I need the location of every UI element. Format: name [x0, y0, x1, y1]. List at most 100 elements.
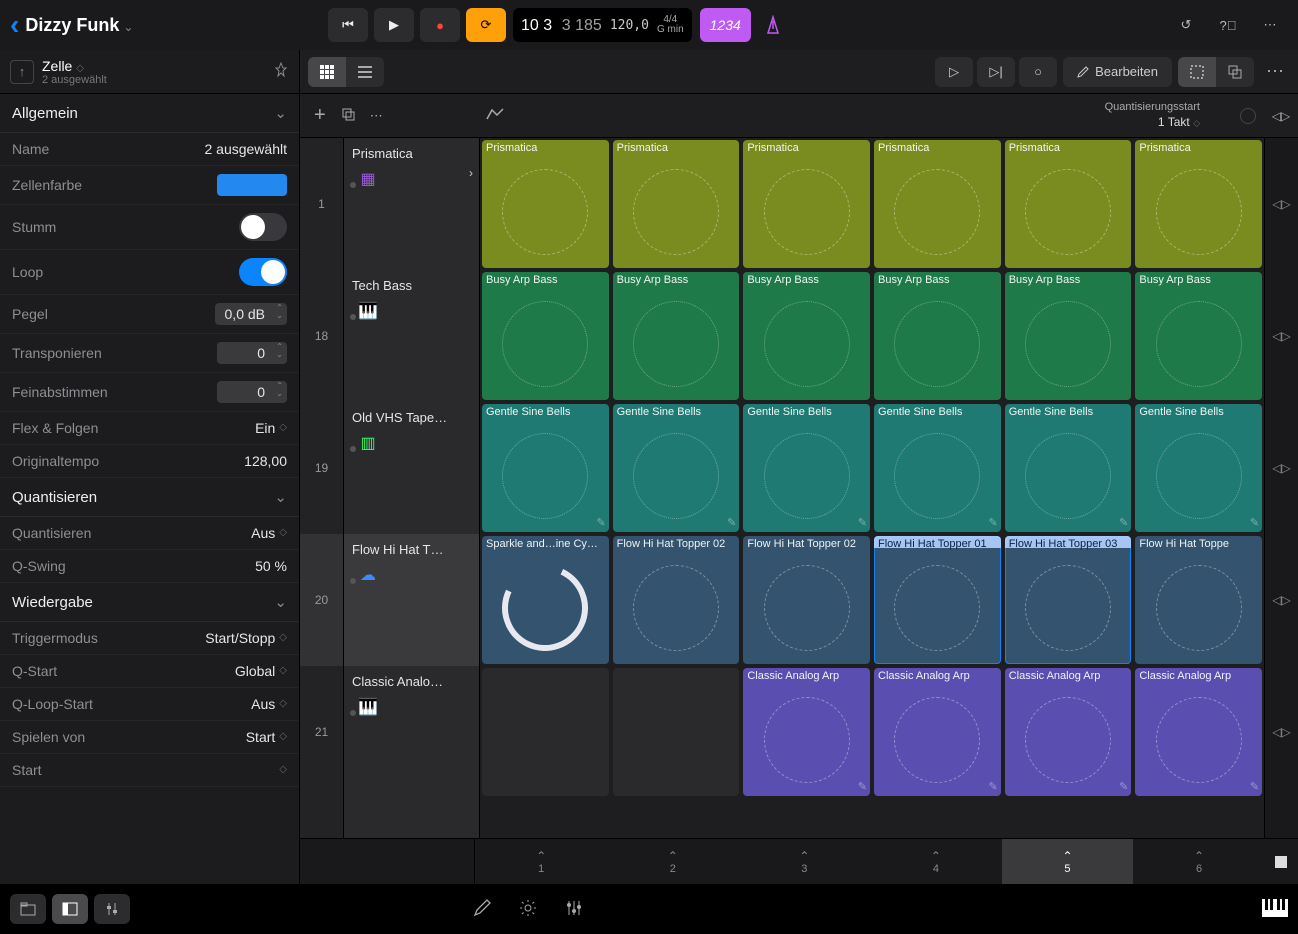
clip-cell[interactable]: Classic Analog Arp✎: [1135, 668, 1262, 796]
empty-cell[interactable]: [613, 668, 740, 796]
clip-cell[interactable]: Prismatica: [874, 140, 1001, 268]
clip-cell[interactable]: Busy Arp Bass: [743, 272, 870, 400]
row-trigger[interactable]: ◁▷: [1265, 534, 1298, 666]
seq-record-button[interactable]: ○: [1019, 57, 1057, 87]
quantize-value[interactable]: Aus ◇: [251, 525, 287, 541]
view-grid-button[interactable]: [308, 57, 346, 87]
clip-cell[interactable]: Gentle Sine Bells✎: [1005, 404, 1132, 532]
scene-button[interactable]: ⌃5: [1002, 839, 1134, 884]
scene-button[interactable]: ⌃4: [870, 839, 1002, 884]
clip-cell[interactable]: Classic Analog Arp✎: [1005, 668, 1132, 796]
clip-cell[interactable]: Prismatica: [482, 140, 609, 268]
row-trigger[interactable]: ◁▷: [1265, 138, 1298, 270]
flex-value[interactable]: Ein ◇: [255, 420, 287, 436]
origtempo-value[interactable]: 128,00: [244, 453, 287, 469]
qloopstart-value[interactable]: Aus ◇: [251, 696, 287, 712]
more-button[interactable]: ⋯: [1258, 13, 1282, 37]
clip-cell[interactable]: Flow Hi Hat Topper 02: [743, 536, 870, 664]
record-button[interactable]: ●: [420, 8, 460, 42]
clip-cell[interactable]: Busy Arp Bass: [874, 272, 1001, 400]
settings-gear-button[interactable]: [519, 899, 537, 920]
undo-button[interactable]: ↺: [1174, 13, 1198, 37]
automation-button[interactable]: [486, 107, 504, 124]
row-trigger[interactable]: ◁▷: [1265, 270, 1298, 402]
trigger-value[interactable]: Start/Stopp ◇: [205, 630, 287, 646]
keyboard-button[interactable]: [1262, 899, 1288, 920]
mute-toggle[interactable]: [239, 213, 287, 241]
inspector-up-button[interactable]: ↑: [10, 60, 34, 84]
qswing-value[interactable]: 50 %: [255, 558, 287, 574]
row-number[interactable]: 18: [300, 270, 343, 402]
help-button[interactable]: ?⃝: [1216, 13, 1240, 37]
scene-button[interactable]: ⌃2: [607, 839, 739, 884]
clip-cell-selected[interactable]: Flow Hi Hat Topper 03: [1005, 536, 1132, 664]
track-more-button[interactable]: ⋯: [370, 108, 383, 124]
empty-cell[interactable]: [482, 668, 609, 796]
project-title[interactable]: Dizzy Funk: [25, 15, 119, 36]
pin-button[interactable]: [273, 62, 289, 81]
seq-play-next-button[interactable]: ▷|: [977, 57, 1015, 87]
cycle-button[interactable]: ⟳: [466, 8, 506, 42]
library-button[interactable]: [10, 894, 46, 924]
seq-play-button[interactable]: ▷: [935, 57, 973, 87]
clip-cell[interactable]: Busy Arp Bass: [1135, 272, 1262, 400]
row-trigger-header[interactable]: ◁▷: [1264, 109, 1298, 123]
row-trigger[interactable]: ◁▷: [1265, 402, 1298, 534]
finetune-field[interactable]: 0: [217, 381, 287, 403]
section-general[interactable]: Allgemein ⌄: [0, 94, 299, 133]
start-value[interactable]: ◇: [279, 766, 287, 774]
loop-toggle[interactable]: [239, 258, 287, 286]
clip-cell[interactable]: Prismatica: [1135, 140, 1262, 268]
clip-cell[interactable]: Gentle Sine Bells✎: [874, 404, 1001, 532]
tuner-button[interactable]: [755, 8, 791, 42]
clip-cell[interactable]: Gentle Sine Bells✎: [613, 404, 740, 532]
track-header[interactable]: Classic Analo… 🎹: [344, 666, 479, 798]
edit-pencil-button[interactable]: [473, 899, 491, 920]
name-value[interactable]: 2 ausgewählt: [204, 141, 287, 157]
duplicate-mode-button[interactable]: [1216, 57, 1254, 87]
row-number[interactable]: 19: [300, 402, 343, 534]
clip-cell[interactable]: Busy Arp Bass: [482, 272, 609, 400]
scene-button[interactable]: ⌃3: [739, 839, 871, 884]
back-button[interactable]: ‹: [10, 9, 19, 41]
clip-cell[interactable]: Busy Arp Bass: [613, 272, 740, 400]
scene-button[interactable]: ⌃1: [475, 839, 607, 884]
clip-cell[interactable]: Gentle Sine Bells✎: [482, 404, 609, 532]
track-header[interactable]: Old VHS Tape… ▥: [344, 402, 479, 534]
live-loops-more-button[interactable]: ⋯: [1260, 61, 1290, 82]
row-trigger[interactable]: ◁▷: [1265, 666, 1298, 798]
track-header[interactable]: Prismatica ▦ ›: [344, 138, 479, 270]
stop-all-button[interactable]: [1265, 839, 1298, 884]
rewind-button[interactable]: ⏮: [328, 8, 368, 42]
add-track-button[interactable]: +: [314, 104, 326, 127]
mixer-tab-button[interactable]: [94, 894, 130, 924]
row-number[interactable]: 1: [300, 138, 343, 270]
row-number[interactable]: 21: [300, 666, 343, 798]
duplicate-track-button[interactable]: [340, 106, 356, 125]
playfrom-value[interactable]: Start ◇: [246, 729, 287, 745]
metronome-button[interactable]: 1234: [700, 8, 751, 42]
clip-cell[interactable]: Sparkle and…ine Cymbal: [482, 536, 609, 664]
section-playback[interactable]: Wiedergabe ⌄: [0, 583, 299, 622]
play-button[interactable]: ▶: [374, 8, 414, 42]
lcd-display[interactable]: 10 3 3 185 120,0 4/4G min: [513, 8, 692, 42]
clip-cell[interactable]: Flow Hi Hat Topper 02: [613, 536, 740, 664]
clip-cell[interactable]: Prismatica: [1005, 140, 1132, 268]
clip-cell[interactable]: Classic Analog Arp✎: [743, 668, 870, 796]
clip-cell[interactable]: Busy Arp Bass: [1005, 272, 1132, 400]
clip-cell[interactable]: Gentle Sine Bells✎: [743, 404, 870, 532]
track-header[interactable]: Flow Hi Hat T… ☁: [344, 534, 479, 666]
selection-mode-button[interactable]: [1178, 57, 1216, 87]
section-quantize[interactable]: Quantisieren ⌄: [0, 478, 299, 517]
clip-cell-selected[interactable]: Flow Hi Hat Topper 01: [874, 536, 1001, 664]
transpose-field[interactable]: 0: [217, 342, 287, 364]
project-dropdown-icon[interactable]: ⌄: [123, 20, 133, 34]
clip-cell[interactable]: Classic Analog Arp✎: [874, 668, 1001, 796]
scene-button[interactable]: ⌃6: [1133, 839, 1265, 884]
track-disclosure-button[interactable]: ›: [469, 166, 473, 180]
row-number[interactable]: 20: [300, 534, 343, 666]
level-field[interactable]: 0,0 dB: [215, 303, 287, 325]
track-header[interactable]: Tech Bass 🎹: [344, 270, 479, 402]
edit-button[interactable]: Bearbeiten: [1063, 57, 1172, 87]
eq-mixer-button[interactable]: [565, 899, 583, 920]
